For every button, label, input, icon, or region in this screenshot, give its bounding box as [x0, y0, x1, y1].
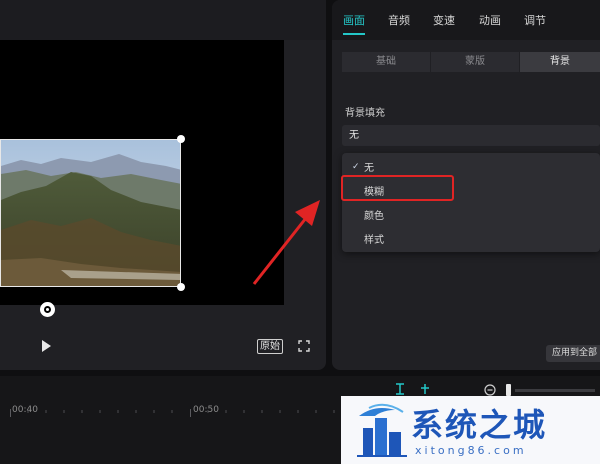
tab-speed[interactable]: 变速	[433, 12, 455, 28]
highlight-box-blur	[341, 175, 454, 201]
timeline-ruler	[27, 410, 335, 413]
tab-audio[interactable]: 音频	[388, 12, 410, 28]
preview-canvas[interactable]	[0, 40, 284, 317]
fullscreen-icon[interactable]	[298, 340, 310, 352]
tab-animation[interactable]: 动画	[479, 12, 501, 28]
subtab-basic[interactable]: 基础	[342, 52, 430, 72]
subtab-mask[interactable]: 蒙版	[431, 52, 519, 72]
rotate-icon[interactable]	[40, 302, 55, 317]
check-icon: ✓	[352, 162, 360, 172]
subtab-background[interactable]: 背景	[520, 52, 600, 72]
option-color[interactable]: 颜色	[364, 207, 384, 222]
background-fill-label: 背景填充	[345, 108, 385, 119]
ratio-button[interactable]: 原始	[257, 339, 283, 354]
resize-handle-top-right[interactable]	[177, 135, 185, 143]
panel-tabs: 画面 音频 变速 动画 调节	[332, 0, 600, 40]
option-style[interactable]: 样式	[364, 231, 384, 246]
zoom-slider-track[interactable]	[515, 389, 595, 392]
apply-to-all-button[interactable]: 应用到全部	[546, 345, 600, 362]
tab-adjust[interactable]: 调节	[524, 12, 546, 28]
video-frame-mountains[interactable]	[0, 139, 181, 287]
play-icon[interactable]	[42, 340, 51, 352]
resize-handle-bottom-right[interactable]	[177, 283, 185, 291]
subtab-group: 基础 蒙版 背景	[342, 52, 600, 72]
mountain-landscape-image	[1, 140, 180, 286]
video-player: 原始	[0, 0, 326, 370]
zoom-out-icon[interactable]	[484, 384, 496, 396]
player-toolbar	[0, 0, 326, 40]
watermark-url: xitong86.com	[415, 444, 527, 457]
city-logo-icon	[357, 403, 407, 457]
option-none[interactable]: 无	[364, 159, 374, 174]
site-watermark: 系统之城 xitong86.com	[341, 396, 600, 464]
active-tab-indicator	[343, 33, 365, 35]
tab-picture[interactable]: 画面	[343, 12, 365, 28]
zoom-slider-handle[interactable]	[506, 384, 511, 396]
background-fill-dropdown: ✓ 无 模糊 颜色 样式	[342, 153, 600, 252]
background-fill-select[interactable]: 无	[342, 125, 600, 146]
timeline-tool-icons[interactable]	[395, 382, 435, 396]
watermark-title: 系统之城	[411, 406, 548, 444]
